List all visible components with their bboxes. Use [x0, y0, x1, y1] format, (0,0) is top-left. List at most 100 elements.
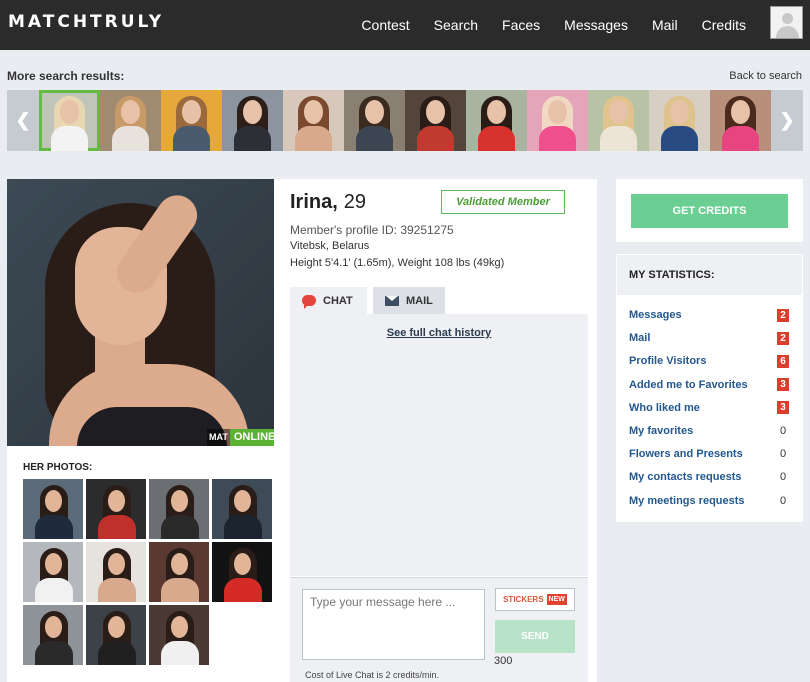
new-badge: NEW — [546, 594, 567, 605]
thumbnail-body-shape — [173, 126, 210, 151]
gallery-photo[interactable] — [212, 479, 272, 539]
online-badge: ONLINE — [229, 429, 274, 446]
nav-contest[interactable]: Contest — [361, 17, 409, 33]
stat-row[interactable]: Who liked me 3 — [629, 400, 789, 416]
stat-label[interactable]: Flowers and Presents — [629, 448, 743, 460]
gallery-body-shape — [98, 641, 136, 665]
avatar-body-shape — [776, 26, 799, 38]
profile-location: Vitebsk, Belarus — [290, 240, 370, 252]
gallery-face-shape — [45, 490, 62, 512]
stickers-button[interactable]: STICKERS NEW — [495, 588, 575, 611]
thumbnail-face-shape — [304, 100, 323, 124]
carousel-thumbnail[interactable] — [710, 90, 771, 151]
stat-label[interactable]: Added me to Favorites — [629, 379, 748, 391]
more-results-title: More search results: — [7, 69, 125, 83]
stat-row[interactable]: Added me to Favorites 3 — [629, 377, 789, 393]
gallery-body-shape — [161, 515, 199, 539]
carousel-thumbnail[interactable] — [283, 90, 344, 151]
thumbnail-body-shape — [539, 126, 576, 151]
carousel-next-arrow-icon[interactable]: ❯ — [771, 90, 803, 151]
thumbnail-body-shape — [600, 126, 637, 151]
carousel-thumbnail[interactable] — [527, 90, 588, 151]
get-credits-button[interactable]: GET CREDITS — [631, 194, 788, 228]
back-to-search-link[interactable]: Back to search — [729, 70, 802, 82]
thumbnail-face-shape — [182, 100, 201, 124]
gallery-photo[interactable] — [23, 605, 83, 665]
message-input[interactable] — [302, 589, 485, 660]
photo-top-shape — [77, 407, 227, 446]
stat-label[interactable]: Messages — [629, 309, 682, 321]
gallery-face-shape — [108, 553, 125, 575]
tab-chat[interactable]: CHAT — [290, 287, 367, 314]
profile-id: Member's profile ID: 39251275 — [290, 223, 454, 237]
gallery-photo[interactable] — [149, 479, 209, 539]
stat-row[interactable]: My favorites 0 — [629, 423, 789, 439]
carousel-thumbnail[interactable] — [588, 90, 649, 151]
gallery-face-shape — [45, 553, 62, 575]
carousel-thumbnail[interactable] — [466, 90, 527, 151]
carousel-thumbnail[interactable] — [344, 90, 405, 151]
stat-row[interactable]: My contacts requests 0 — [629, 469, 789, 485]
stat-count: 2 — [777, 308, 789, 322]
gallery-photo[interactable] — [23, 542, 83, 602]
stat-label[interactable]: My favorites — [629, 425, 693, 437]
chat-history-link[interactable]: See full chat history — [290, 327, 588, 339]
tab-mail-label: MAIL — [406, 294, 433, 307]
thumbnail-body-shape — [112, 126, 149, 151]
carousel-thumbnail[interactable] — [222, 90, 283, 151]
thumbnail-face-shape — [426, 100, 445, 124]
statistics-card: MY STATISTICS: Messages 2 Mail 2 Profile Vis… — [616, 254, 803, 522]
stat-label[interactable]: Who liked me — [629, 402, 700, 414]
thumbnail-body-shape — [51, 126, 88, 151]
carousel-thumbnail[interactable] — [100, 90, 161, 151]
carousel-thumbnail[interactable] — [405, 90, 466, 151]
thumbnail-face-shape — [487, 100, 506, 124]
chat-cost-note: Cost of Live Chat is 2 credits/min. — [305, 670, 440, 680]
gallery-body-shape — [98, 515, 136, 539]
main-profile-photo[interactable]: MAT ONLINE — [7, 179, 274, 446]
stat-row[interactable]: My meetings requests 0 — [629, 493, 789, 509]
stat-label[interactable]: My contacts requests — [629, 471, 741, 483]
nav-search[interactable]: Search — [434, 17, 478, 33]
nav-messages[interactable]: Messages — [564, 17, 628, 33]
user-avatar[interactable] — [770, 6, 803, 39]
site-logo[interactable]: MATCHTRULY — [8, 12, 164, 32]
gallery-photo[interactable] — [86, 542, 146, 602]
carousel-thumbnail[interactable] — [161, 90, 222, 151]
gallery-photo[interactable] — [212, 542, 272, 602]
validated-member-badge: Validated Member — [441, 190, 565, 214]
gallery-photo[interactable] — [149, 542, 209, 602]
gallery-photo[interactable] — [86, 605, 146, 665]
gallery-photo[interactable] — [23, 479, 83, 539]
statistics-title: MY STATISTICS: — [617, 255, 802, 295]
stat-row[interactable]: Mail 2 — [629, 330, 789, 346]
gallery-photo[interactable] — [149, 605, 209, 665]
nav-faces[interactable]: Faces — [502, 17, 540, 33]
thumbnail-face-shape — [731, 100, 750, 124]
gallery-body-shape — [224, 578, 262, 602]
stat-row[interactable]: Flowers and Presents 0 — [629, 446, 789, 462]
stat-label[interactable]: Profile Visitors — [629, 355, 706, 367]
tab-mail[interactable]: MAIL — [373, 287, 445, 314]
nav-mail[interactable]: Mail — [652, 17, 678, 33]
nav-credits[interactable]: Credits — [702, 17, 746, 33]
thumbnail-body-shape — [295, 126, 332, 151]
char-counter: 300 — [494, 655, 513, 667]
stat-count: 0 — [779, 448, 787, 461]
carousel-thumbnail[interactable] — [39, 90, 100, 151]
carousel-thumbnail[interactable] — [649, 90, 710, 151]
stat-label[interactable]: Mail — [629, 332, 650, 344]
gallery-photo[interactable] — [86, 479, 146, 539]
stat-row[interactable]: Messages 2 — [629, 307, 789, 323]
gallery-face-shape — [234, 490, 251, 512]
send-button[interactable]: SEND — [495, 620, 575, 653]
stat-label[interactable]: My meetings requests — [629, 495, 745, 507]
gallery-body-shape — [98, 578, 136, 602]
stat-row[interactable]: Profile Visitors 6 — [629, 353, 789, 369]
gallery-face-shape — [171, 553, 188, 575]
thumbnail-face-shape — [609, 100, 628, 124]
main-nav: Contest Search Faces Messages Mail Credi… — [361, 17, 746, 33]
avatar-head-shape — [782, 13, 793, 24]
photo-watermark: MAT — [207, 429, 230, 446]
carousel-prev-arrow-icon[interactable]: ❮ — [7, 90, 39, 151]
